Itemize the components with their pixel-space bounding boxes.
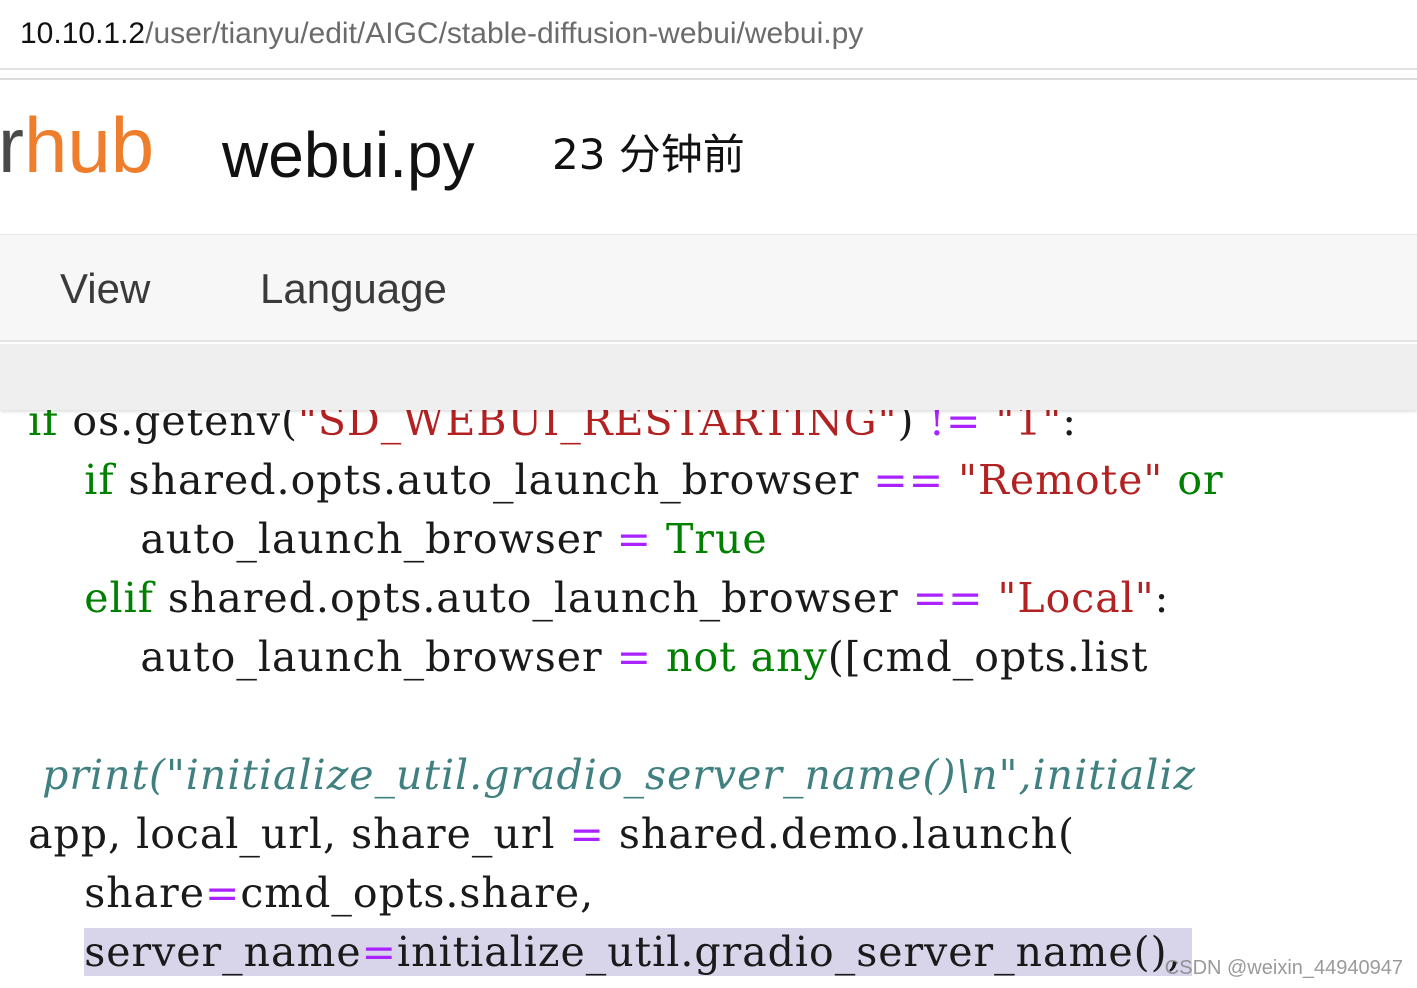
code-line: app, local_url, share_url = shared.demo.…	[28, 810, 1076, 858]
code-line-highlighted: server_name=initialize_util.gradio_serve…	[0, 923, 1192, 982]
address-bar[interactable]: 10.10.1.2/user/tianyu/edit/AIGC/stable-d…	[0, 0, 1417, 70]
watermark: CSDN @weixin_44940947	[1164, 957, 1403, 979]
code-line: auto_launch_browser = True	[140, 515, 768, 563]
url-path: /user/tianyu/edit/AIGC/stable-diffusion-…	[145, 17, 864, 50]
code-line: print("initialize_util.gradio_server_nam…	[42, 751, 1197, 799]
code-line: auto_launch_browser = not any([cmd_opts.…	[140, 633, 1149, 681]
url-host: 10.10.1.2	[20, 17, 146, 50]
menu-bar: View Language	[0, 235, 1417, 342]
logo-text-part2: hub	[23, 101, 155, 189]
code-line: share=cmd_opts.share,	[84, 869, 595, 917]
menu-view[interactable]: View	[60, 265, 150, 313]
code-editor[interactable]: if os.getenv("SD_WEBUI_RESTARTING") != "…	[0, 388, 1417, 988]
logo-text-part1: r	[0, 101, 24, 189]
menu-language[interactable]: Language	[260, 265, 447, 313]
editor-header: rhub webui.py 23 分钟前	[0, 78, 1417, 237]
last-modified: 23 分钟前	[552, 130, 745, 179]
toolbar-strip	[0, 344, 1417, 410]
code-line: elif shared.opts.auto_launch_browser == …	[84, 574, 1170, 622]
code-line: if shared.opts.auto_launch_browser == "R…	[84, 456, 1224, 504]
selection-highlight: server_name=initialize_util.gradio_serve…	[84, 928, 1192, 976]
url-text[interactable]: 10.10.1.2/user/tianyu/edit/AIGC/stable-d…	[20, 14, 863, 54]
file-name[interactable]: webui.py	[222, 118, 475, 192]
jupyterhub-logo[interactable]: rhub	[0, 100, 154, 190]
jupyter-editor-window: 10.10.1.2/user/tianyu/edit/AIGC/stable-d…	[0, 0, 1417, 988]
